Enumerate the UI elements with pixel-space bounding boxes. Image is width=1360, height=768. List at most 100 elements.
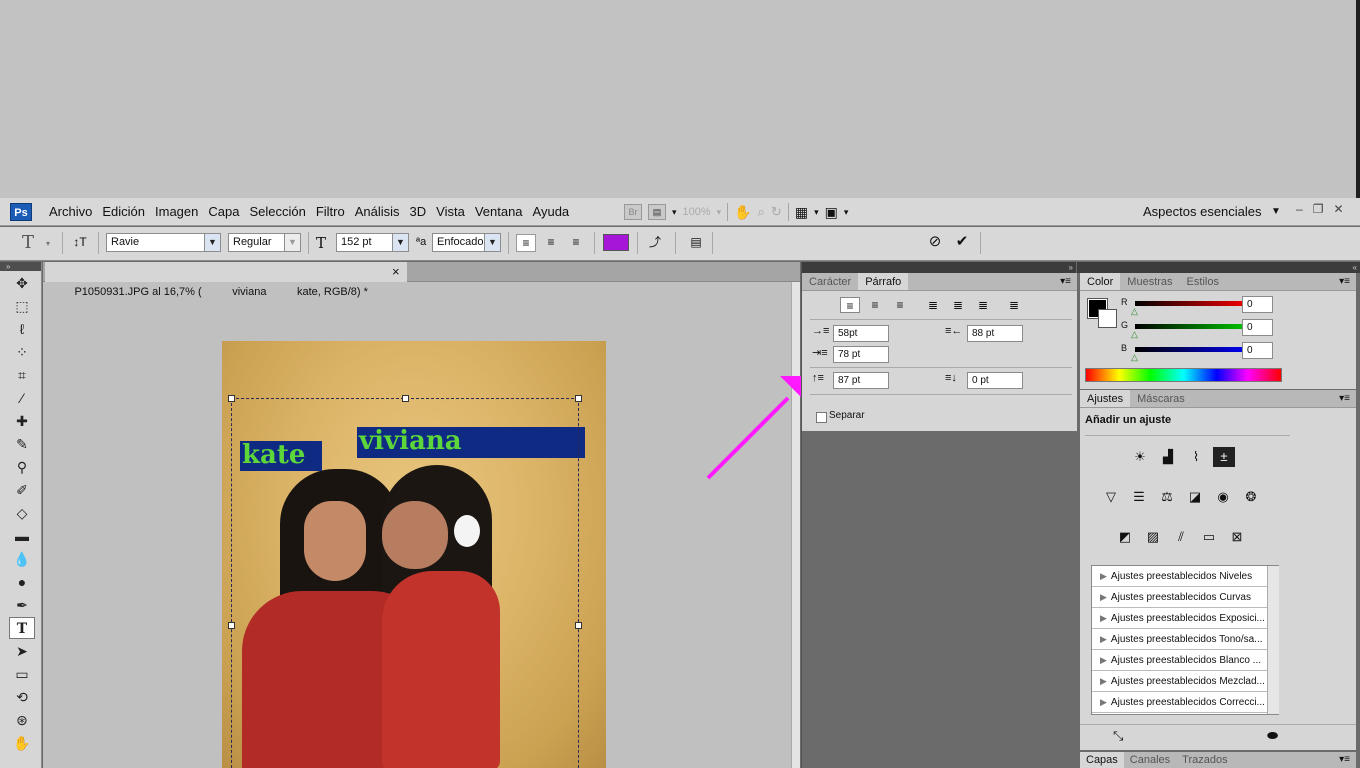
gradient-tool-icon[interactable]: ▬ bbox=[9, 525, 35, 547]
workspace-chevron-icon[interactable]: ▼ bbox=[1271, 206, 1281, 217]
text-bounding-box[interactable] bbox=[228, 395, 582, 768]
minimize-icon[interactable]: – bbox=[1296, 202, 1303, 216]
justify-all-icon[interactable]: ≣ bbox=[1004, 297, 1024, 313]
cancel-edits-icon[interactable]: ⊘ bbox=[925, 234, 945, 252]
tab-ajustes[interactable]: Ajustes bbox=[1080, 390, 1131, 407]
document-scrollbar[interactable] bbox=[791, 282, 800, 768]
panel-menu-icon[interactable]: ▾≡ bbox=[1339, 273, 1356, 290]
posterize-icon[interactable]: ▨ bbox=[1142, 527, 1164, 547]
gradient-map-icon[interactable]: ▭ bbox=[1198, 527, 1220, 547]
vibrance-icon[interactable]: ▽ bbox=[1100, 487, 1122, 507]
bbox-handle[interactable] bbox=[575, 622, 582, 629]
dodge-tool-icon[interactable]: ● bbox=[9, 571, 35, 593]
arrange-chevron-icon[interactable]: ▾ bbox=[814, 207, 819, 218]
warp-text-icon[interactable]: ⤴ bbox=[645, 234, 665, 252]
blue-value[interactable]: 0 bbox=[1242, 342, 1273, 359]
hand-icon[interactable]: ✋ bbox=[734, 204, 751, 221]
chevron-down-icon[interactable]: ▾ bbox=[672, 207, 677, 218]
menu-vista[interactable]: Vista bbox=[431, 204, 470, 219]
tab-trazados[interactable]: Trazados bbox=[1176, 752, 1233, 768]
justify-center-icon[interactable]: ≣ bbox=[948, 297, 968, 313]
menu-3d[interactable]: 3D bbox=[405, 204, 432, 219]
menu-filtro[interactable]: Filtro bbox=[311, 204, 350, 219]
align-left-button[interactable]: ≡ bbox=[516, 234, 536, 252]
hand-tool-icon[interactable]: ✋ bbox=[9, 732, 35, 754]
marquee-tool-icon[interactable]: ⬚ bbox=[9, 295, 35, 317]
preset-item[interactable]: ▶ Ajustes preestablecidos Blanco ... bbox=[1092, 650, 1278, 671]
align-center-button[interactable]: ≡ bbox=[541, 234, 561, 252]
tool-preset-chevron-icon[interactable]: ▾ bbox=[46, 239, 50, 248]
blue-slider-thumb-icon[interactable]: △ bbox=[1131, 352, 1138, 363]
threshold-icon[interactable]: ⫽ bbox=[1170, 527, 1192, 547]
space-after-field[interactable]: 0 pt bbox=[967, 372, 1023, 389]
history-brush-tool-icon[interactable]: ✐ bbox=[9, 479, 35, 501]
align-right-icon[interactable]: ≡ bbox=[890, 297, 910, 313]
menu-capa[interactable]: Capa bbox=[203, 204, 244, 219]
menu-ventana[interactable]: Ventana bbox=[470, 204, 528, 219]
film-strip-icon[interactable]: ▤ bbox=[648, 204, 666, 220]
font-style-select[interactable]: Regular ▼ bbox=[228, 233, 301, 252]
black-white-icon[interactable]: ◪ bbox=[1184, 487, 1206, 507]
red-slider[interactable] bbox=[1135, 301, 1252, 306]
zoom-level[interactable]: 100% bbox=[683, 206, 711, 218]
expanded-view-icon[interactable]: ⤡ bbox=[1113, 728, 1123, 744]
bbox-handle[interactable] bbox=[228, 395, 235, 402]
lasso-tool-icon[interactable]: ℓ bbox=[9, 318, 35, 340]
menu-ayuda[interactable]: Ayuda bbox=[528, 204, 575, 219]
pen-tool-icon[interactable]: ✒ bbox=[9, 594, 35, 616]
align-right-button[interactable]: ≡ bbox=[566, 234, 586, 252]
eyedropper-tool-icon[interactable]: ⁄ bbox=[9, 387, 35, 409]
bbox-handle[interactable] bbox=[228, 622, 235, 629]
photo-filter-icon[interactable]: ◉ bbox=[1212, 487, 1234, 507]
toggle-panels-icon[interactable]: ▤ bbox=[686, 234, 706, 252]
panel-collapse-icon[interactable]: » bbox=[802, 262, 1076, 273]
tools-collapse-icon[interactable]: » bbox=[0, 262, 41, 271]
healing-brush-tool-icon[interactable]: ✚ bbox=[9, 410, 35, 432]
tab-parrafo[interactable]: Párrafo bbox=[858, 273, 909, 290]
menu-imagen[interactable]: Imagen bbox=[150, 204, 203, 219]
blur-tool-icon[interactable]: 💧 bbox=[9, 548, 35, 570]
text-color-swatch[interactable] bbox=[603, 234, 629, 251]
justify-left-icon[interactable]: ≣ bbox=[923, 297, 943, 313]
screen-mode-chevron-icon[interactable]: ▾ bbox=[844, 207, 849, 218]
green-slider[interactable] bbox=[1135, 324, 1252, 329]
clone-stamp-tool-icon[interactable]: ⚲ bbox=[9, 456, 35, 478]
green-slider-thumb-icon[interactable]: △ bbox=[1131, 329, 1138, 340]
image-canvas[interactable]: kate viviana bbox=[222, 341, 606, 768]
panel-menu-icon[interactable]: ▾≡ bbox=[1339, 752, 1356, 768]
close-icon[interactable]: ✕ bbox=[1333, 202, 1343, 216]
preset-item[interactable]: ▶ Ajustes preestablecidos Niveles bbox=[1092, 566, 1278, 587]
preset-item[interactable]: ▶ Ajustes preestablecidos Correcci... bbox=[1092, 692, 1278, 713]
close-document-icon[interactable]: × bbox=[392, 262, 400, 282]
antialias-select[interactable]: Enfocado ▼ bbox=[432, 233, 501, 252]
invert-icon[interactable]: ◩ bbox=[1114, 527, 1136, 547]
restore-icon[interactable]: ❐ bbox=[1313, 202, 1324, 216]
menu-seleccion[interactable]: Selección bbox=[244, 204, 310, 219]
curves-icon[interactable]: ⌇ bbox=[1185, 447, 1207, 467]
blue-slider[interactable] bbox=[1135, 347, 1252, 352]
commit-edits-icon[interactable]: ✔ bbox=[952, 234, 972, 252]
3d-orbit-tool-icon[interactable]: ⊛ bbox=[9, 709, 35, 731]
green-value[interactable]: 0 bbox=[1242, 319, 1273, 336]
preset-item[interactable]: ▶ Ajustes preestablecidos Tono/sa... bbox=[1092, 629, 1278, 650]
tab-estilos[interactable]: Estilos bbox=[1180, 273, 1226, 290]
panel-menu-icon[interactable]: ▾≡ bbox=[1339, 390, 1356, 407]
levels-icon[interactable]: ▟ bbox=[1157, 447, 1179, 467]
bbox-handle[interactable] bbox=[575, 395, 582, 402]
menu-archivo[interactable]: Archivo bbox=[44, 204, 97, 219]
tab-caracter[interactable]: Carácter bbox=[802, 273, 858, 290]
bridge-icon[interactable]: Br bbox=[624, 204, 642, 220]
tab-muestras[interactable]: Muestras bbox=[1120, 273, 1179, 290]
tab-capas[interactable]: Capas bbox=[1080, 752, 1124, 768]
clip-to-layer-icon[interactable]: ⬬ bbox=[1267, 728, 1278, 744]
presets-scrollbar[interactable] bbox=[1267, 566, 1279, 714]
font-size-select[interactable]: 152 pt ▼ bbox=[336, 233, 409, 252]
panel-collapse-icon[interactable]: « bbox=[1077, 262, 1360, 273]
preset-item[interactable]: ▶ Ajustes preestablecidos Curvas bbox=[1092, 587, 1278, 608]
hue-saturation-icon[interactable]: ☰ bbox=[1128, 487, 1150, 507]
indent-left-field[interactable]: 58pt bbox=[833, 325, 889, 342]
brightness-contrast-icon[interactable]: ☀ bbox=[1129, 447, 1151, 467]
red-slider-thumb-icon[interactable]: △ bbox=[1131, 306, 1138, 317]
color-ramp[interactable] bbox=[1085, 368, 1282, 382]
justify-right-icon[interactable]: ≣ bbox=[973, 297, 993, 313]
